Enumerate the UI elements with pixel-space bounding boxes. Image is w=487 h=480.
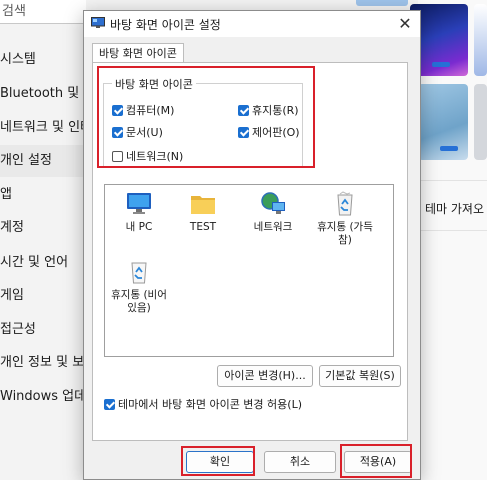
desktop-icon-list[interactable]: 내 PC TEST 네트워크 휴지통 (가득 참) 휴지통 (비어 있음): [104, 184, 394, 357]
monitor-icon: [127, 193, 151, 214]
recycle-bin-checkbox[interactable]: 휴지통(R): [238, 102, 299, 118]
icon-label: 네트워크: [253, 221, 293, 233]
computer-checkbox[interactable]: 컴퓨터(M): [112, 102, 174, 118]
icon-label: 내 PC: [125, 221, 153, 233]
icon-item-recycle-bin-full[interactable]: 휴지통 (가득 참): [309, 191, 381, 247]
checkbox-label: 문서(U): [126, 126, 163, 139]
selected-theme-edge: [356, 0, 408, 6]
apply-button[interactable]: 적용(A): [344, 451, 412, 473]
network-checkbox[interactable]: 네트워크(N): [112, 148, 183, 164]
divider: [418, 180, 487, 181]
settings-sidebar: 검색 시스템 Bluetooth 및 장치 네트워크 및 인터넷 개인 설정 앱…: [0, 0, 110, 480]
checkbox-label: 제어판(O): [252, 126, 300, 139]
change-icon-button[interactable]: 아이콘 변경(H)...: [217, 365, 313, 387]
icon-item-recycle-bin-empty[interactable]: 휴지통 (비어 있음): [107, 259, 171, 315]
network-icon: [261, 192, 285, 214]
nav-item-apps[interactable]: 앱: [0, 184, 12, 206]
display-settings-icon: [91, 17, 105, 28]
icon-label: 휴지통 (비어 있음): [111, 289, 167, 314]
cancel-button[interactable]: 취소: [264, 451, 336, 473]
group-title: 바탕 화면 아이콘: [112, 76, 196, 92]
nav-item-privacy[interactable]: 개인 정보 및 보안: [0, 352, 96, 374]
icon-item-network[interactable]: 네트워크: [241, 191, 305, 234]
nav-item-system[interactable]: 시스템: [0, 49, 36, 71]
checkbox-mark[interactable]: [112, 105, 123, 116]
dialog-title: 바탕 화면 아이콘 설정: [110, 18, 221, 32]
documents-checkbox[interactable]: 문서(U): [112, 124, 163, 140]
checkbox-mark[interactable]: [238, 105, 249, 116]
close-button[interactable]: ✕: [394, 13, 416, 35]
theme-thumbnail[interactable]: [474, 4, 487, 76]
desktop-icons-group: 바탕 화면 아이콘 컴퓨터(M) 휴지통(R) 문서(U) 제어판(O) 네트워…: [103, 76, 303, 167]
title-bar: 바탕 화면 아이콘 설정 ✕: [84, 11, 420, 37]
checkbox-mark[interactable]: [112, 127, 123, 138]
allow-themes-checkbox[interactable]: 테마에서 바탕 화면 아이콘 변경 허용(L): [104, 396, 302, 412]
tab-desktop-icons[interactable]: 바탕 화면 아이콘: [92, 43, 184, 64]
checkbox-label: 휴지통(R): [252, 104, 299, 117]
divider: [418, 230, 487, 231]
icon-item-test[interactable]: TEST: [171, 191, 235, 234]
theme-thumbnail[interactable]: [418, 84, 468, 160]
nav-item-time-language[interactable]: 시간 및 언어: [0, 252, 68, 274]
nav-item-accounts[interactable]: 계정: [0, 217, 24, 239]
checkbox-label: 테마에서 바탕 화면 아이콘 변경 허용(L): [118, 398, 302, 411]
get-themes-label[interactable]: 테마 가져오: [425, 200, 484, 217]
recycle-bin-empty-icon: [131, 262, 147, 284]
theme-thumbnail[interactable]: [474, 84, 487, 160]
recycle-bin-full-icon: [337, 191, 353, 216]
nav-item-accessibility[interactable]: 접근성: [0, 319, 36, 341]
icon-label: 휴지통 (가득 참): [317, 221, 373, 246]
ok-button[interactable]: 확인: [186, 451, 254, 473]
icon-label: TEST: [189, 221, 217, 233]
desktop-icon-settings-dialog: 바탕 화면 아이콘 설정 ✕ 바탕 화면 아이콘 바탕 화면 아이콘 컴퓨터(M…: [83, 10, 421, 480]
search-input[interactable]: 검색: [0, 0, 86, 24]
tab-page: 바탕 화면 아이콘 컴퓨터(M) 휴지통(R) 문서(U) 제어판(O) 네트워…: [92, 62, 408, 441]
icon-item-this-pc[interactable]: 내 PC: [107, 191, 171, 234]
checkbox-mark[interactable]: [104, 399, 115, 410]
folder-icon: [191, 196, 215, 214]
restore-default-button[interactable]: 기본값 복원(S): [319, 365, 401, 387]
checkbox-mark[interactable]: [112, 151, 123, 162]
control-panel-checkbox[interactable]: 제어판(O): [238, 124, 300, 140]
checkbox-mark[interactable]: [238, 127, 249, 138]
nav-item-personalization[interactable]: 개인 설정: [0, 145, 88, 177]
checkbox-label: 네트워크(N): [126, 150, 184, 163]
nav-item-gaming[interactable]: 게임: [0, 285, 24, 307]
checkbox-label: 컴퓨터(M): [126, 104, 175, 117]
